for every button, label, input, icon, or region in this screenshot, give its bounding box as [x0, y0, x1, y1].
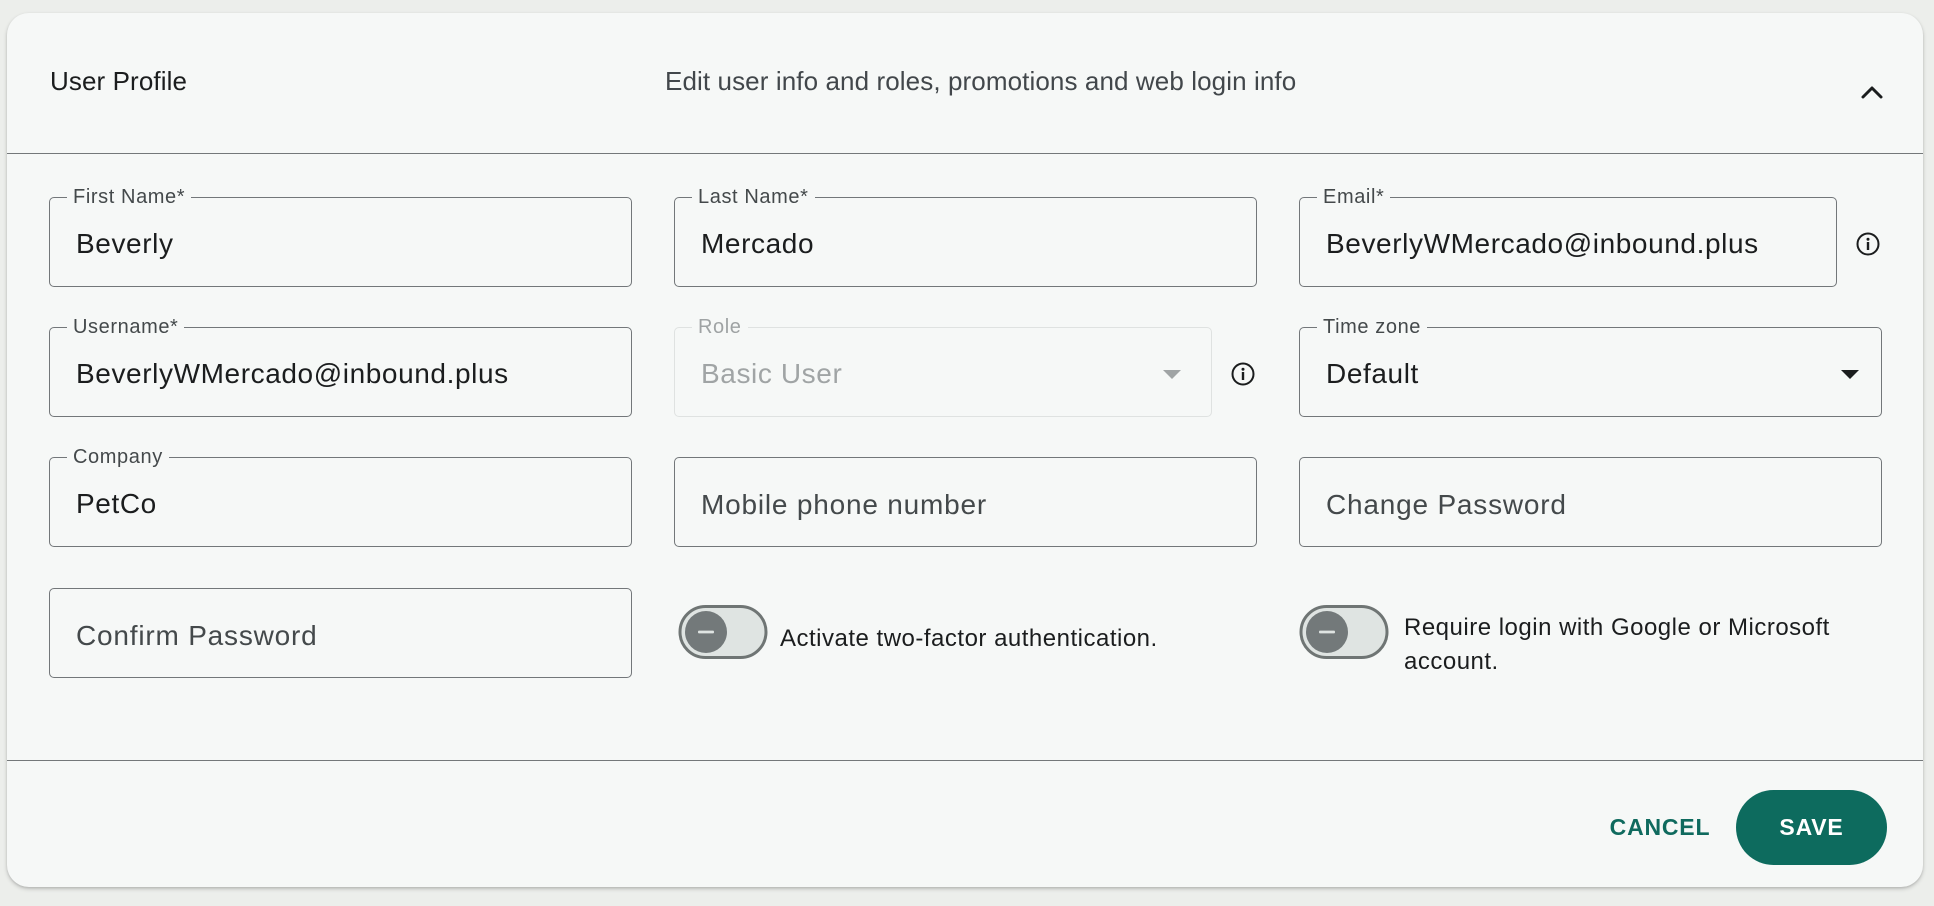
card-header[interactable]: User Profile Edit user info and roles, p…: [7, 13, 1923, 154]
username-value[interactable]: BeverlyWMercado@inbound.plus: [76, 358, 509, 390]
email-field[interactable]: Email* BeverlyWMercado@inbound.plus: [1299, 186, 1837, 287]
minus-icon: [698, 630, 714, 634]
role-info-icon[interactable]: [1230, 361, 1256, 387]
mobile-phone-field[interactable]: Mobile phone number: [674, 457, 1257, 547]
require-sso-label: Require login with Google or Microsoft a…: [1404, 614, 1830, 675]
time-zone-label: Time zone: [1317, 316, 1428, 338]
change-password-placeholder[interactable]: Change Password: [1326, 489, 1567, 521]
change-password-field[interactable]: Change Password: [1299, 457, 1882, 547]
toggle-switch: [1299, 605, 1389, 659]
first-name-value[interactable]: Beverly: [76, 228, 174, 260]
cancel-button[interactable]: CANCEL: [1597, 803, 1723, 851]
mobile-phone-placeholder[interactable]: Mobile phone number: [701, 489, 987, 521]
username-field[interactable]: Username* BeverlyWMercado@inbound.plus: [49, 316, 632, 417]
time-zone-select[interactable]: Time zone Default: [1299, 316, 1882, 417]
email-label: Email*: [1317, 186, 1391, 208]
company-field[interactable]: Company PetCo: [49, 446, 632, 547]
save-button[interactable]: SAVE: [1736, 790, 1887, 865]
confirm-password-placeholder[interactable]: Confirm Password: [76, 620, 318, 652]
last-name-value[interactable]: Mercado: [701, 228, 814, 260]
email-value[interactable]: BeverlyWMercado@inbound.plus: [1326, 228, 1759, 260]
page-subtitle: Edit user info and roles, promotions and…: [665, 66, 1297, 96]
company-label: Company: [67, 446, 169, 468]
two-factor-toggle[interactable]: [678, 605, 770, 659]
last-name-field[interactable]: Last Name* Mercado: [674, 186, 1257, 287]
collapse-button[interactable]: [1857, 77, 1887, 107]
email-info-icon[interactable]: [1855, 231, 1881, 257]
caret-down-icon[interactable]: [1841, 370, 1859, 379]
card-footer: [7, 760, 1923, 761]
role-value: Basic User: [701, 358, 843, 389]
role-select: Role Basic User: [674, 316, 1212, 417]
confirm-password-field[interactable]: Confirm Password: [49, 588, 632, 678]
toggle-switch: [678, 605, 768, 659]
user-profile-card: User Profile Edit user info and roles, p…: [7, 13, 1923, 887]
info-icon: [1856, 232, 1880, 256]
time-zone-value[interactable]: Default: [1326, 358, 1419, 390]
chevron-up-icon: [1861, 86, 1883, 99]
page-title: User Profile: [50, 66, 188, 96]
role-label: Role: [692, 316, 748, 338]
info-icon: [1231, 362, 1255, 386]
require-sso-toggle[interactable]: [1299, 605, 1391, 659]
username-label: Username*: [67, 316, 185, 338]
minus-icon: [1319, 630, 1335, 634]
company-value[interactable]: PetCo: [76, 488, 157, 520]
first-name-field[interactable]: First Name* Beverly: [49, 186, 632, 287]
two-factor-label: Activate two-factor authentication.: [780, 625, 1158, 652]
last-name-label: Last Name*: [692, 186, 815, 208]
caret-down-icon: [1163, 370, 1181, 379]
first-name-label: First Name*: [67, 186, 192, 208]
